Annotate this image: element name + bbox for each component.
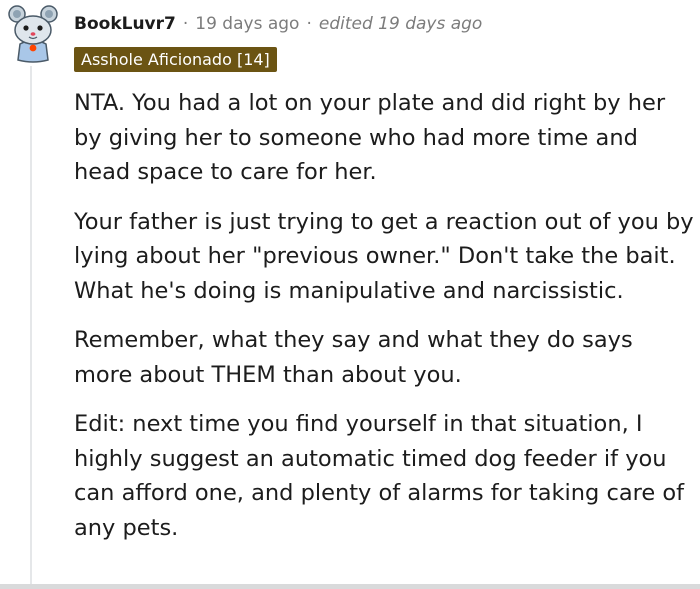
snoo-avatar-icon[interactable] [6,4,60,64]
comment: BookLuvr7 · 19 days ago · edited 19 days… [0,0,700,589]
edited-timestamp: edited 19 days ago [318,14,483,34]
horizontal-scrollbar[interactable] [0,584,700,589]
comment-body: NTA. You had a lot on your plate and did… [74,86,696,560]
comment-paragraph: Your father is just trying to get a reac… [74,208,694,304]
meta-separator: · [306,14,312,34]
meta-separator: · [182,14,189,34]
comment-header: BookLuvr7 · 19 days ago · edited 19 days… [74,10,482,38]
username-link[interactable]: BookLuvr7 [74,14,176,34]
comment-paragraph: Remember, what they say and what they do… [74,327,633,388]
user-flair: Asshole Aficionado [14] [74,47,277,72]
comment-paragraph: NTA. You had a lot on your plate and did… [74,90,666,185]
thread-line[interactable] [30,66,32,589]
comment-timestamp[interactable]: 19 days ago [195,14,299,34]
comment-paragraph: Edit: next time you find yourself in tha… [74,411,685,541]
